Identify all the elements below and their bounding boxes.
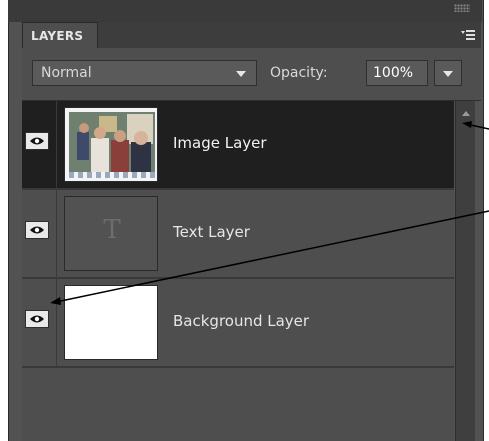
chevron-down-icon <box>443 71 453 77</box>
eye-icon[interactable] <box>25 310 49 328</box>
panel-top-strip <box>8 0 482 22</box>
text-type-icon: T <box>103 215 121 245</box>
white-thumbnail <box>64 285 158 360</box>
panel-menu-icon[interactable] <box>461 29 475 44</box>
layer-name: Text Layer <box>173 223 250 241</box>
scrollbar[interactable] <box>455 101 475 441</box>
tab-bar <box>98 22 481 49</box>
tab-layers[interactable]: LAYERS <box>22 22 98 48</box>
layer-row-image[interactable]: Image Layer <box>22 101 454 190</box>
layer-row-background[interactable]: Background Layer <box>22 279 454 368</box>
filmstrip-decoration <box>69 172 155 178</box>
scroll-up-icon[interactable] <box>462 111 470 116</box>
layer-name: Background Layer <box>173 312 310 330</box>
opacity-input[interactable]: 100% <box>366 60 428 86</box>
layer-name: Image Layer <box>173 134 267 152</box>
blend-mode-dropdown[interactable]: Normal <box>32 60 257 86</box>
eye-icon[interactable] <box>25 221 49 239</box>
photo-thumbnail <box>64 107 158 182</box>
layers-list: Image Layer T Text Layer Background Laye… <box>22 101 454 441</box>
layers-panel: LAYERS Normal Opacity: 100% Image Layer … <box>0 0 489 441</box>
grip-icon[interactable] <box>454 4 470 12</box>
text-layer-thumbnail: T <box>64 196 158 271</box>
visibility-cell <box>22 190 57 277</box>
visibility-cell <box>22 279 57 366</box>
eye-icon[interactable] <box>25 132 49 150</box>
chevron-down-icon <box>236 71 246 77</box>
layer-row-text[interactable]: T Text Layer <box>22 190 454 279</box>
opacity-label: Opacity: <box>270 65 328 81</box>
visibility-cell <box>22 101 57 188</box>
layer-controls: Normal Opacity: 100% <box>22 48 481 101</box>
opacity-dropdown-button[interactable] <box>434 60 462 86</box>
blend-mode-value: Normal <box>41 65 92 81</box>
